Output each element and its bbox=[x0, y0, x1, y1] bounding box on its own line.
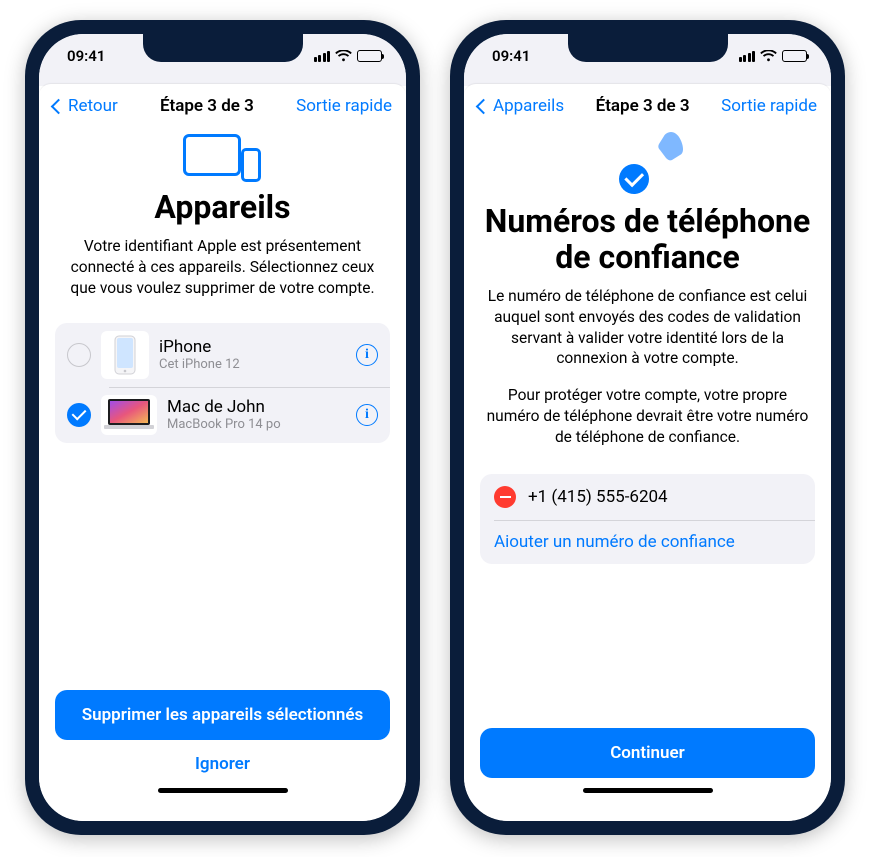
device-text: iPhone Cet iPhone 12 bbox=[159, 337, 346, 372]
wifi-icon bbox=[760, 50, 777, 62]
remove-icon[interactable] bbox=[494, 486, 516, 508]
back-label: Appareils bbox=[493, 96, 564, 116]
cellular-icon bbox=[314, 51, 331, 62]
checkmark-badge-icon bbox=[619, 164, 649, 194]
phone-frame-left: 09:41 Retour Étape 3 de 3 Sortie rapide bbox=[25, 20, 420, 835]
home-indicator[interactable] bbox=[158, 788, 288, 793]
notch bbox=[568, 34, 728, 62]
skip-button[interactable]: Ignorer bbox=[55, 740, 390, 788]
status-time: 09:41 bbox=[67, 47, 105, 65]
status-indicators bbox=[739, 50, 808, 62]
back-button[interactable]: Retour bbox=[53, 96, 118, 116]
device-name: iPhone bbox=[159, 337, 346, 357]
device-row[interactable]: Mac de John MacBook Pro 14 po i bbox=[55, 387, 390, 443]
page-description-2: Pour protéger votre compte, votre propre… bbox=[484, 385, 811, 448]
device-subtitle: MacBook Pro 14 po bbox=[167, 417, 346, 432]
nav-title: Étape 3 de 3 bbox=[596, 96, 690, 116]
info-icon[interactable]: i bbox=[356, 404, 378, 426]
quick-exit-button[interactable]: Sortie rapide bbox=[296, 96, 392, 116]
add-trusted-number-button[interactable]: Aiouter un numéro de confiance bbox=[480, 520, 815, 564]
page-title: Appareils bbox=[154, 190, 290, 226]
screen: 09:41 Appareils Étape 3 de 3 Sortie rapi… bbox=[464, 34, 831, 821]
device-text: Mac de John MacBook Pro 14 po bbox=[167, 397, 346, 432]
device-subtitle: Cet iPhone 12 bbox=[159, 357, 346, 372]
devices-icon bbox=[179, 130, 267, 182]
quick-exit-button[interactable]: Sortie rapide bbox=[721, 96, 817, 116]
home-indicator[interactable] bbox=[583, 788, 713, 793]
add-trusted-number-label: Aiouter un numéro de confiance bbox=[494, 532, 735, 552]
chevron-left-icon bbox=[476, 98, 492, 114]
checkbox-checked-icon[interactable] bbox=[67, 403, 91, 427]
nav-bar: Appareils Étape 3 de 3 Sortie rapide bbox=[464, 84, 831, 124]
back-button[interactable]: Appareils bbox=[478, 96, 564, 116]
content: +1 (415) 555-6204 Aiouter un numéro de c… bbox=[464, 458, 831, 718]
cellular-icon bbox=[739, 51, 756, 62]
device-list: iPhone Cet iPhone 12 i Mac de John MacBo… bbox=[55, 323, 390, 443]
phone-number: +1 (415) 555-6204 bbox=[528, 487, 668, 507]
phone-frame-right: 09:41 Appareils Étape 3 de 3 Sortie rapi… bbox=[450, 20, 845, 835]
remove-selected-button[interactable]: Supprimer les appareils sélectionnés bbox=[55, 690, 390, 740]
status-indicators bbox=[314, 50, 383, 62]
modal-sheet: Appareils Étape 3 de 3 Sortie rapide Num… bbox=[464, 84, 831, 821]
nav-bar: Retour Étape 3 de 3 Sortie rapide bbox=[39, 84, 406, 124]
trusted-number-row[interactable]: +1 (415) 555-6204 bbox=[480, 474, 815, 520]
content: iPhone Cet iPhone 12 i Mac de John MacBo… bbox=[39, 309, 406, 680]
screen: 09:41 Retour Étape 3 de 3 Sortie rapide bbox=[39, 34, 406, 821]
trusted-phone-icon bbox=[609, 130, 687, 196]
device-name: Mac de John bbox=[167, 397, 346, 417]
modal-sheet: Retour Étape 3 de 3 Sortie rapide Appare… bbox=[39, 84, 406, 821]
macbook-thumbnail-icon bbox=[101, 395, 157, 435]
page-description: Votre identifiant Apple est présentement… bbox=[59, 236, 386, 299]
wifi-icon bbox=[335, 50, 352, 62]
chevron-left-icon bbox=[51, 98, 67, 114]
continue-button[interactable]: Continuer bbox=[480, 728, 815, 778]
nav-title: Étape 3 de 3 bbox=[160, 96, 254, 116]
info-icon[interactable]: i bbox=[356, 344, 378, 366]
trusted-number-list: +1 (415) 555-6204 Aiouter un numéro de c… bbox=[480, 474, 815, 564]
battery-icon bbox=[357, 50, 382, 62]
device-row[interactable]: iPhone Cet iPhone 12 i bbox=[55, 323, 390, 387]
hero: Numéros de téléphone de confiance Le num… bbox=[464, 124, 831, 458]
footer: Supprimer les appareils sélectionnés Ign… bbox=[39, 680, 406, 821]
status-time: 09:41 bbox=[492, 47, 530, 65]
hero: Appareils Votre identifiant Apple est pr… bbox=[39, 124, 406, 309]
iphone-thumbnail-icon bbox=[101, 331, 149, 379]
footer: Continuer bbox=[464, 718, 831, 821]
notch bbox=[143, 34, 303, 62]
page-title: Numéros de téléphone de confiance bbox=[484, 204, 811, 276]
page-description-1: Le numéro de téléphone de confiance est … bbox=[484, 286, 811, 370]
checkbox-unchecked-icon[interactable] bbox=[67, 343, 91, 367]
battery-icon bbox=[782, 50, 807, 62]
back-label: Retour bbox=[68, 96, 118, 116]
